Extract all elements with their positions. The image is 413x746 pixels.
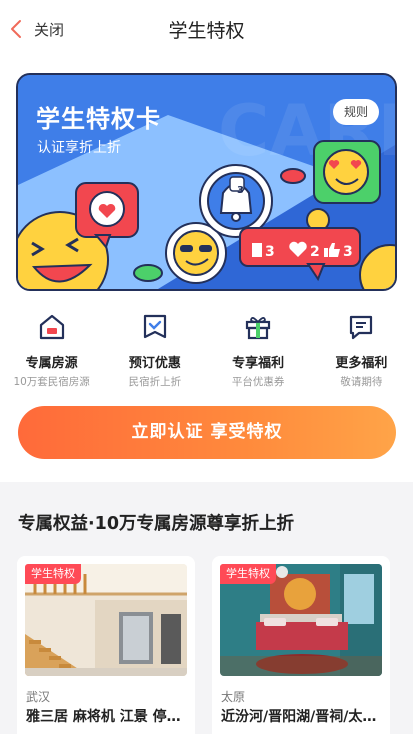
feature-subtitle: 10万套民宿房源	[13, 376, 90, 388]
feature-title: 预订优惠	[128, 356, 181, 371]
page-title: 学生特权	[168, 20, 245, 42]
verify-now-button[interactable]: 立即认证 享受特权	[18, 406, 396, 459]
student-privilege-card-banner: CARD	[16, 73, 397, 291]
exclusive-listings-section: 专属权益·10万专属房源尊享折上折 学生特权 武汉 雅三居 麻将机 江景 停车 …	[0, 482, 413, 746]
student-privilege-tag: 学生特权	[25, 564, 81, 584]
feature-exclusive-listings[interactable]: 专属房源 10万套民宿房源	[0, 311, 103, 391]
listing-name: 近汾河/晋阳湖/晋祠/太原南站	[221, 709, 385, 725]
thumbs-up-icon	[324, 243, 340, 257]
listing-city: 太原	[221, 690, 246, 704]
privilege-features: 专属房源 10万套民宿房源 预订优惠 民宿折上折 专享福利 平台优惠券 更多福利…	[0, 311, 413, 391]
listing-card[interactable]: 学生特权 太原 近汾河/晋阳湖/晋祠/太原南站	[212, 556, 390, 746]
ticket-icon	[143, 314, 166, 339]
feature-exclusive-benefits[interactable]: 专享福利 平台优惠券	[207, 311, 310, 391]
badge-likes: 3	[265, 244, 275, 260]
navigation-bar: 关闭 学生特权	[0, 0, 413, 58]
listing-name: 雅三居 麻将机 江景 停车场 地铁	[26, 709, 190, 725]
feature-subtitle: 敬请期待	[340, 376, 383, 388]
feature-title: 专属房源	[25, 356, 78, 371]
listing-city: 武汉	[26, 690, 51, 704]
house-icon	[39, 314, 64, 340]
feature-subtitle: 平台优惠券	[231, 376, 285, 388]
reaction-badge: 3 3 2 3	[237, 185, 353, 260]
student-privilege-tag: 学生特权	[220, 564, 276, 584]
feature-title: 专享福利	[232, 356, 285, 371]
message-icon	[350, 315, 373, 340]
listing-card[interactable]: 学生特权 武汉 雅三居 麻将机 江景 停车场 地铁	[17, 556, 195, 746]
feature-subtitle: 民宿折上折	[128, 376, 182, 388]
badge-thumbs: 3	[343, 244, 353, 260]
feature-title: 更多福利	[335, 356, 388, 371]
feature-booking-discount[interactable]: 预订优惠 民宿折上折	[103, 311, 206, 391]
badge-hearts: 2	[310, 244, 320, 260]
bell-count: 3	[237, 185, 244, 196]
gift-icon	[246, 317, 271, 340]
feature-more-benefits[interactable]: 更多福利 敬请期待	[310, 311, 413, 391]
section-title: 专属权益·10万专属房源尊享折上折	[18, 514, 294, 534]
like-count-icon	[252, 243, 262, 257]
heart-count-icon	[289, 241, 307, 257]
